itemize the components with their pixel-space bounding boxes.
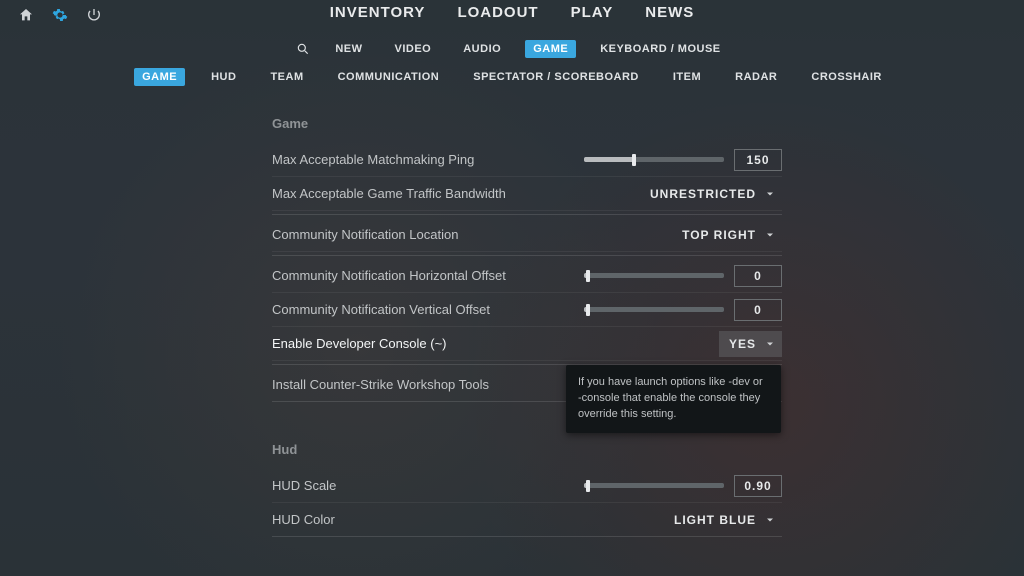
tab-keyboard[interactable]: KEYBOARD / MOUSE xyxy=(592,40,728,58)
value-notif-h[interactable]: 0 xyxy=(734,265,782,287)
label-notif-v: Community Notification Vertical Offset xyxy=(272,302,490,317)
section-hud-title: Hud xyxy=(272,442,782,457)
label-workshop: Install Counter-Strike Workshop Tools xyxy=(272,377,489,392)
nav-loadout[interactable]: LOADOUT xyxy=(457,4,538,21)
slider-notif-v[interactable] xyxy=(584,307,724,312)
tab-new[interactable]: NEW xyxy=(327,40,370,58)
row-notif-v: Community Notification Vertical Offset 0 xyxy=(272,293,782,327)
slider-notif-h[interactable] xyxy=(584,273,724,278)
section-game-title: Game xyxy=(272,116,782,131)
nav-play[interactable]: PLAY xyxy=(571,4,614,21)
tab-audio[interactable]: AUDIO xyxy=(455,40,509,58)
row-ping: Max Acceptable Matchmaking Ping 150 xyxy=(272,143,782,177)
slider-hud-scale[interactable] xyxy=(584,483,724,488)
value-hud-scale[interactable]: 0.90 xyxy=(734,475,782,497)
label-notif-loc: Community Notification Location xyxy=(272,227,458,242)
subtab-item[interactable]: ITEM xyxy=(665,68,709,86)
label-notif-h: Community Notification Horizontal Offset xyxy=(272,268,506,283)
tab-game[interactable]: GAME xyxy=(525,40,576,58)
value-bandwidth: UNRESTRICTED xyxy=(650,187,756,201)
label-bandwidth: Max Acceptable Game Traffic Bandwidth xyxy=(272,186,506,201)
value-hud-color: LIGHT BLUE xyxy=(674,513,756,527)
row-devconsole: Enable Developer Console (~) YES xyxy=(272,327,782,361)
chevron-down-icon xyxy=(764,514,776,526)
label-hud-scale: HUD Scale xyxy=(272,478,336,493)
settings-content: Game Max Acceptable Matchmaking Ping 150… xyxy=(272,100,782,576)
dropdown-bandwidth[interactable]: UNRESTRICTED xyxy=(640,184,782,204)
subtab-game[interactable]: GAME xyxy=(134,68,185,86)
label-hud-color: HUD Color xyxy=(272,512,335,527)
sub-tabs: GAME HUD TEAM COMMUNICATION SPECTATOR / … xyxy=(0,68,1024,86)
subtab-hud[interactable]: HUD xyxy=(203,68,244,86)
value-notif-loc: TOP RIGHT xyxy=(682,228,756,242)
subtab-spectator[interactable]: SPECTATOR / SCOREBOARD xyxy=(465,68,647,86)
subtab-radar[interactable]: RADAR xyxy=(727,68,785,86)
search-icon[interactable] xyxy=(295,41,311,57)
row-notif-h: Community Notification Horizontal Offset… xyxy=(272,259,782,293)
nav-news[interactable]: NEWS xyxy=(645,4,694,21)
row-bandwidth: Max Acceptable Game Traffic Bandwidth UN… xyxy=(272,177,782,211)
tooltip-devconsole: If you have launch options like -dev or … xyxy=(566,365,781,433)
subtab-communication[interactable]: COMMUNICATION xyxy=(330,68,448,86)
row-hud-scale: HUD Scale 0.90 xyxy=(272,469,782,503)
subtab-crosshair[interactable]: CROSSHAIR xyxy=(803,68,890,86)
dropdown-notif-loc[interactable]: TOP RIGHT xyxy=(672,225,782,245)
row-hud-color: HUD Color LIGHT BLUE xyxy=(272,503,782,537)
label-devconsole: Enable Developer Console (~) xyxy=(272,336,447,351)
chevron-down-icon xyxy=(764,188,776,200)
dropdown-hud-color[interactable]: LIGHT BLUE xyxy=(664,510,782,530)
chevron-down-icon xyxy=(764,338,776,350)
dropdown-devconsole[interactable]: YES xyxy=(719,331,782,357)
label-ping: Max Acceptable Matchmaking Ping xyxy=(272,152,474,167)
slider-ping[interactable] xyxy=(584,157,724,162)
main-nav: INVENTORY LOADOUT PLAY NEWS xyxy=(0,4,1024,21)
chevron-down-icon xyxy=(764,229,776,241)
subtab-team[interactable]: TEAM xyxy=(262,68,311,86)
value-notif-v[interactable]: 0 xyxy=(734,299,782,321)
nav-inventory[interactable]: INVENTORY xyxy=(330,4,426,21)
row-notif-loc: Community Notification Location TOP RIGH… xyxy=(272,218,782,252)
settings-tabs: NEW VIDEO AUDIO GAME KEYBOARD / MOUSE xyxy=(0,40,1024,58)
tab-video[interactable]: VIDEO xyxy=(387,40,440,58)
value-ping[interactable]: 150 xyxy=(734,149,782,171)
value-devconsole: YES xyxy=(729,337,756,351)
